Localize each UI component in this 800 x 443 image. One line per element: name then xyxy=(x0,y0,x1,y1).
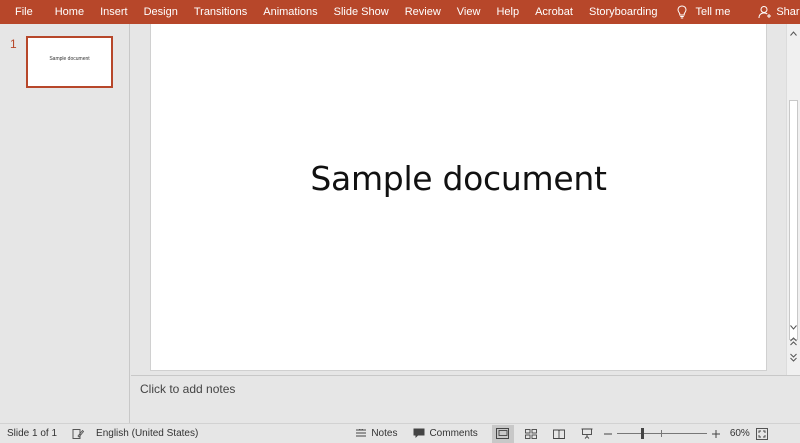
notes-pane[interactable]: Click to add notes xyxy=(131,375,800,423)
notes-icon xyxy=(356,429,367,438)
zoom-slider[interactable] xyxy=(616,428,707,439)
tell-me-label: Tell me xyxy=(695,6,731,18)
tab-insert[interactable]: Insert xyxy=(92,0,136,24)
zoom-level[interactable]: 60% xyxy=(730,428,750,439)
tab-slide-show[interactable]: Slide Show xyxy=(326,0,397,24)
slide-counter: Slide 1 of 1 xyxy=(7,428,58,439)
tab-design[interactable]: Design xyxy=(136,0,186,24)
scrollbar-thumb[interactable] xyxy=(789,100,798,340)
scroll-down-icon[interactable] xyxy=(787,320,800,334)
tab-review[interactable]: Review xyxy=(397,0,449,24)
scroll-up-icon[interactable] xyxy=(787,26,800,40)
ribbon-tab-bar: File Home Insert Design Transitions Anim… xyxy=(0,0,800,24)
slide-sorter-button[interactable] xyxy=(520,425,542,443)
next-slide-icon[interactable] xyxy=(787,350,800,364)
share-button[interactable]: Share xyxy=(748,0,800,24)
zoom-slider-center-tick xyxy=(660,430,662,437)
reading-view-button[interactable] xyxy=(548,425,570,443)
tab-animations[interactable]: Animations xyxy=(255,0,325,24)
slide-sorter-icon xyxy=(524,428,537,439)
slide-editing-area: Sample document xyxy=(131,24,786,375)
tab-storyboarding[interactable]: Storyboarding xyxy=(581,0,666,24)
tab-view[interactable]: View xyxy=(449,0,489,24)
share-label: Share xyxy=(776,6,800,18)
tab-file[interactable]: File xyxy=(0,0,47,24)
ribbon-right: Tell me Share xyxy=(665,0,800,24)
reading-view-icon xyxy=(552,429,565,439)
plus-icon xyxy=(711,429,720,438)
ribbon-tabs: File Home Insert Design Transitions Anim… xyxy=(0,0,665,24)
tell-me-search[interactable]: Tell me xyxy=(665,0,738,24)
lightbulb-icon xyxy=(677,5,687,19)
fit-slide-button[interactable] xyxy=(755,427,768,440)
slide-title[interactable]: Sample document xyxy=(310,159,607,198)
previous-slide-icon[interactable] xyxy=(787,334,800,348)
comments-toggle-button[interactable]: Comments xyxy=(413,428,478,439)
comment-icon xyxy=(413,428,425,439)
slide-thumbnails-pane: 1 Sample document xyxy=(0,24,130,423)
zoom-in-button[interactable] xyxy=(711,429,720,438)
zoom-out-button[interactable] xyxy=(603,430,612,438)
zoom-slider-thumb[interactable] xyxy=(640,428,644,439)
minus-icon xyxy=(603,430,612,438)
slide-show-button[interactable] xyxy=(576,425,598,443)
normal-view-button[interactable] xyxy=(491,424,514,443)
comments-label: Comments xyxy=(429,428,478,439)
language-indicator[interactable]: English (United States) xyxy=(96,428,198,439)
status-bar: Slide 1 of 1 English (United States) Not… xyxy=(0,423,800,443)
notes-toggle-button[interactable]: Notes xyxy=(356,428,397,439)
tab-help[interactable]: Help xyxy=(488,0,527,24)
fit-to-window-icon xyxy=(755,427,768,440)
normal-view-icon xyxy=(496,428,510,439)
tab-acrobat[interactable]: Acrobat xyxy=(527,0,581,24)
slide-canvas[interactable]: Sample document xyxy=(150,24,767,371)
spell-check-icon[interactable] xyxy=(72,428,85,440)
slide-show-icon xyxy=(581,428,593,439)
slide-thumbnail[interactable]: Sample document xyxy=(26,36,113,88)
tab-home[interactable]: Home xyxy=(47,0,92,24)
notes-placeholder: Click to add notes xyxy=(140,382,236,396)
tab-transitions[interactable]: Transitions xyxy=(186,0,255,24)
thumbnail-text: Sample document xyxy=(49,55,90,62)
person-icon xyxy=(758,5,772,19)
thumbnail-number: 1 xyxy=(10,37,17,51)
notes-label: Notes xyxy=(371,428,398,439)
vertical-scrollbar[interactable] xyxy=(786,24,800,375)
